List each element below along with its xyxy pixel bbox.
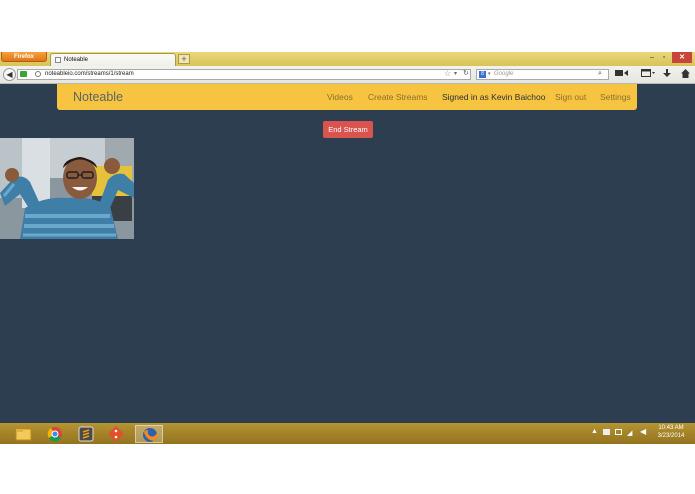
globe-icon (35, 71, 41, 77)
git-icon[interactable] (102, 425, 130, 443)
magnifier-icon[interactable]: ⌕ (598, 69, 602, 78)
brand-logo[interactable]: Noteable (73, 84, 123, 111)
download-icon[interactable] (662, 69, 672, 79)
home-icon[interactable] (680, 69, 690, 79)
search-placeholder: Google (494, 71, 514, 77)
end-stream-button[interactable]: End Stream (323, 121, 373, 138)
tab-title: Noteable (64, 57, 89, 63)
webcam-video[interactable] (0, 138, 134, 239)
webcam-video-image (0, 138, 134, 239)
nav-sign-out-link[interactable]: Sign out (555, 84, 586, 111)
camera-icon[interactable] (20, 71, 27, 77)
speaker-icon[interactable]: ◀ (640, 427, 646, 436)
video-icon[interactable] (614, 69, 630, 79)
chevron-down-icon[interactable]: ▾ (488, 70, 491, 79)
tray-chevron-up-icon[interactable]: ▲ (591, 428, 598, 435)
clock-time[interactable]: 10:43 AM (656, 425, 686, 431)
nav-videos-link[interactable]: Videos (327, 84, 353, 111)
signed-in-user: Signed in as Kevin Baichoo (442, 92, 546, 102)
search-input[interactable]: 8 ▾ Google ⌕ (476, 69, 609, 80)
new-tab-button[interactable]: + (178, 54, 190, 64)
maximize-button[interactable]: ▫ (658, 52, 670, 63)
app-navbar: Noteable Videos Create Streams Signed in… (57, 84, 637, 110)
url-text[interactable]: noteableio.com/streams/1/stream (45, 70, 134, 79)
nav-create-streams-link[interactable]: Create Streams (368, 84, 428, 111)
firefox-menu-button[interactable]: Firefox (1, 52, 47, 62)
reload-icon[interactable]: ↻ (463, 69, 469, 78)
firefox-icon[interactable] (135, 425, 163, 443)
file-explorer-icon[interactable] (9, 425, 37, 443)
address-bar[interactable]: noteableio.com/streams/1/stream ☆ ▾ ↻ (17, 69, 471, 80)
network-signal-icon[interactable]: ◢ (627, 429, 632, 437)
clock-date[interactable]: 3/23/2014 (654, 433, 688, 439)
sublime-text-icon[interactable] (72, 425, 100, 443)
arrow-left-icon[interactable]: ◀ (3, 68, 16, 81)
page-icon (55, 57, 61, 63)
minimize-button[interactable]: – (646, 52, 658, 63)
search-engine-icon[interactable]: 8 (479, 71, 486, 78)
nav-settings-link[interactable]: Settings (600, 84, 631, 111)
star-icon[interactable]: ☆ (444, 69, 451, 78)
browser-tab[interactable]: Noteable (50, 53, 176, 66)
action-center-flag-icon[interactable] (603, 429, 610, 435)
display-icon[interactable] (615, 429, 622, 435)
chrome-icon[interactable] (41, 425, 69, 443)
close-button[interactable]: ✕ (672, 52, 692, 63)
window-icon[interactable] (640, 69, 656, 79)
chevron-down-icon[interactable]: ▾ (454, 70, 457, 79)
